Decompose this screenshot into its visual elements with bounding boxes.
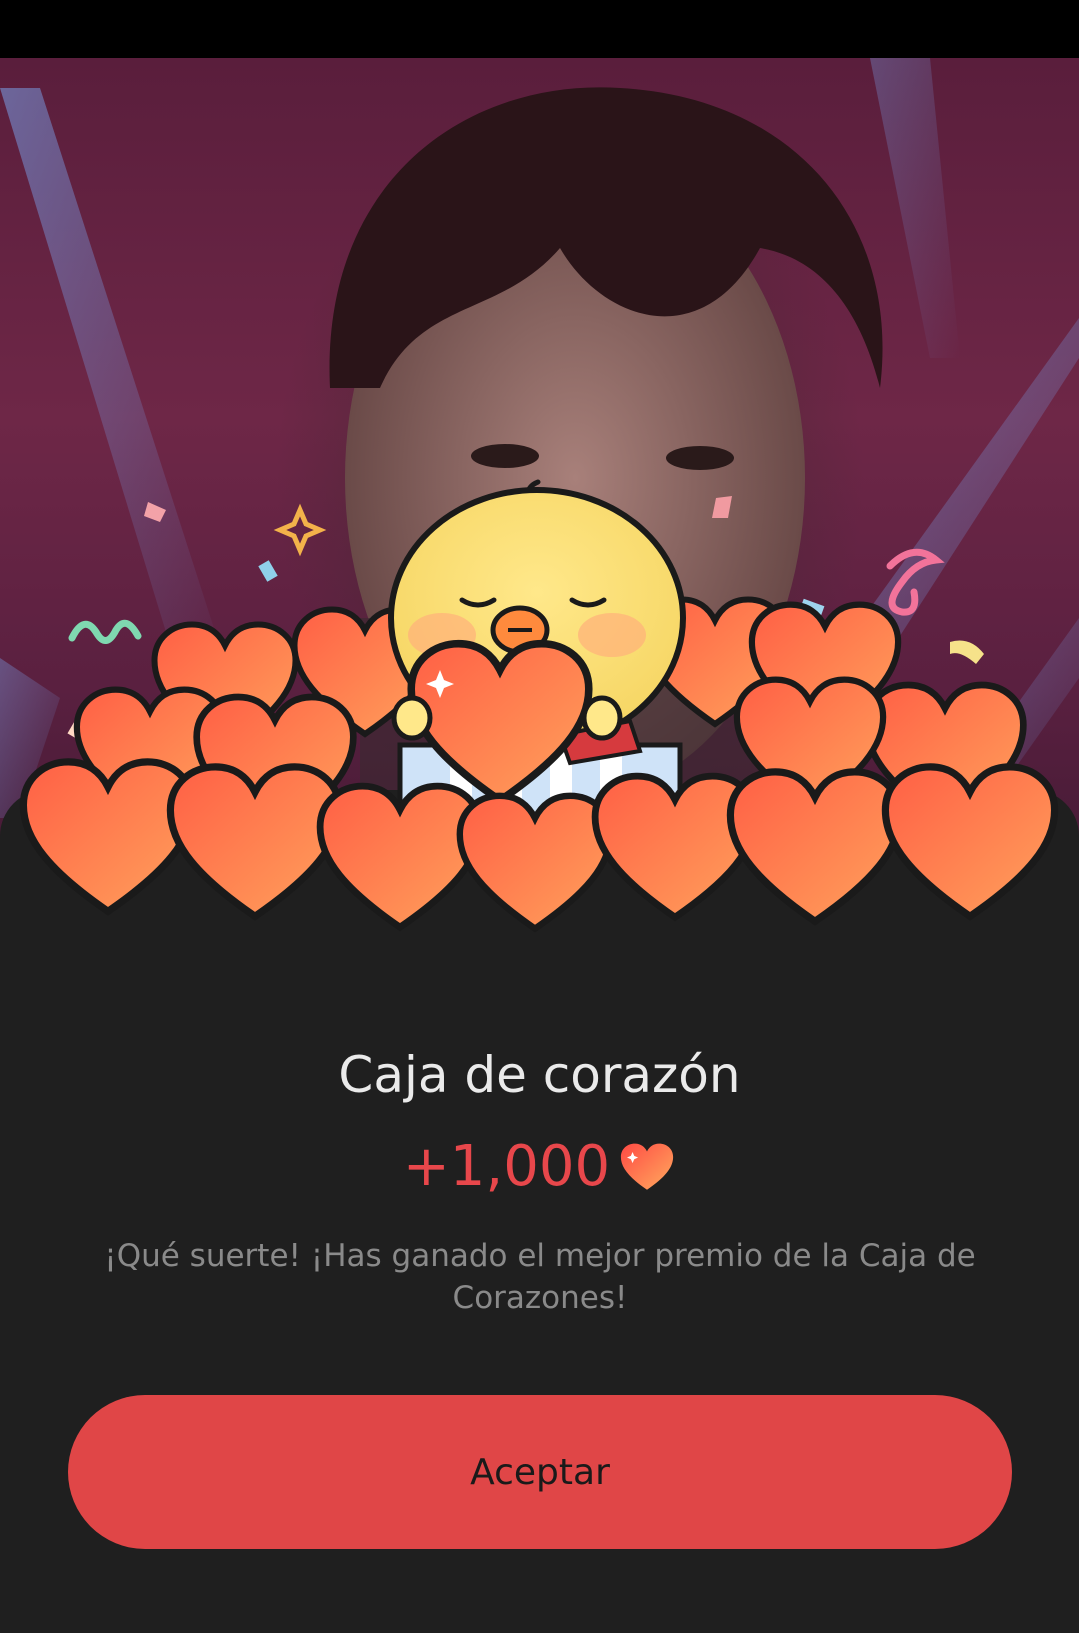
accept-button[interactable]: Aceptar [68, 1395, 1012, 1549]
reward-amount: +1,000 [402, 1134, 611, 1199]
heart-box-reward-screen: Caja de corazón +1,000 ¡Qué suerte! ¡Has… [0, 0, 1079, 1633]
status-bar [0, 0, 1079, 58]
reward-message: ¡Qué suerte! ¡Has ganado el mejor premio… [104, 1238, 976, 1316]
heart-icon [621, 1143, 674, 1190]
reward-row: +1,000 [0, 1135, 1079, 1199]
chick-with-hearts-illustration [0, 479, 1079, 990]
dialog-title: Caja de corazón [338, 1046, 741, 1104]
